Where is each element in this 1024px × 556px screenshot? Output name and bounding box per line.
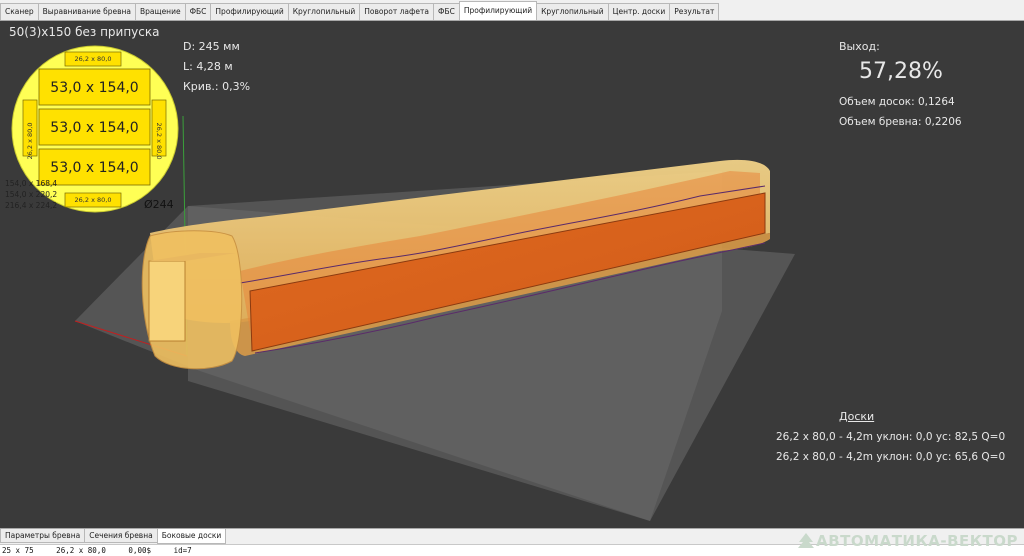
logo-text: АВТОМАТИКА-ВЕКТОР [816, 532, 1018, 550]
board-left-label: 26,2 x 80,0 [26, 122, 34, 160]
param-curvature: Крив.: 0,3% [183, 80, 251, 93]
tab-result[interactable]: Результат [669, 3, 720, 20]
boards-volume: Объем досок: 0,1264 [839, 96, 955, 108]
tab-rotation[interactable]: Вращение [135, 3, 186, 20]
board-bottom-label: 26,2 x 80,0 [74, 196, 112, 204]
param-diameter: D: 245 мм [183, 40, 240, 53]
param-length: L: 4,28 м [183, 60, 233, 73]
yield-value: 57,28% [859, 59, 943, 84]
center-board-2-label: 53,0 x 154,0 [50, 120, 139, 136]
center-board-3-label: 53,0 x 154,0 [50, 160, 139, 176]
center-board-1-label: 53,0 x 154,0 [50, 80, 139, 96]
tab-log-parameters[interactable]: Параметры бревна [0, 529, 86, 543]
tab-fbs-1[interactable]: ФБС [184, 3, 212, 20]
cant-end-face [148, 260, 186, 342]
board-top-label: 26,2 x 80,0 [74, 55, 112, 63]
tab-board-centering[interactable]: Центр. доски [607, 3, 671, 20]
tab-circular-saw-1[interactable]: Круглопильный [287, 3, 361, 20]
log-volume: Объем бревна: 0,2206 [839, 116, 962, 128]
company-logo: АВТОМАТИКА-ВЕКТОР [796, 532, 1018, 550]
tab-scanner[interactable]: Сканер [0, 3, 39, 20]
tab-log-sections[interactable]: Сечения бревна [84, 529, 158, 543]
tab-profiling-1[interactable]: Профилирующий [210, 3, 289, 20]
tree-icon [798, 533, 815, 548]
section-diameter-label: Ø244 [144, 198, 174, 211]
section-dim-1: 154,0 x 168,4 [5, 179, 58, 188]
side-board-row[interactable]: 25 x 75 26,2 x 80,0 0,00$ id=7 [2, 545, 192, 556]
scheme-title: 50(3)x150 без припуска [9, 25, 160, 39]
section-dim-2: 154,0 x 220,2 [5, 190, 58, 199]
main-tab-bar: Сканер Выравнивание бревна Вращение ФБС … [0, 0, 1024, 21]
yield-label: Выход: [839, 40, 880, 53]
tab-log-alignment[interactable]: Выравнивание бревна [37, 3, 136, 20]
boards-title: Доски [839, 410, 875, 423]
tab-fbs-2[interactable]: ФБС [432, 3, 460, 20]
tab-profiling-2[interactable]: Профилирующий [458, 1, 538, 20]
3d-viewport[interactable]: 50(3)x150 без припуска D: 245 мм L: 4,28… [0, 21, 1024, 528]
board-row-1: 26,2 x 80,0 - 4,2m уклон: 0,0 ус: 82,5 Q… [776, 431, 1006, 443]
board-row-2: 26,2 x 80,0 - 4,2m уклон: 0,0 ус: 65,6 Q… [776, 451, 1006, 463]
tab-carriage-rotation[interactable]: Поворот лафета [359, 3, 434, 20]
tab-circular-saw-2[interactable]: Круглопильный [536, 3, 609, 20]
tab-side-boards[interactable]: Боковые доски [156, 529, 227, 544]
section-dim-3: 216,4 x 224,2 [5, 201, 58, 210]
board-right-label: 26,2 x 80,0 [155, 122, 163, 160]
